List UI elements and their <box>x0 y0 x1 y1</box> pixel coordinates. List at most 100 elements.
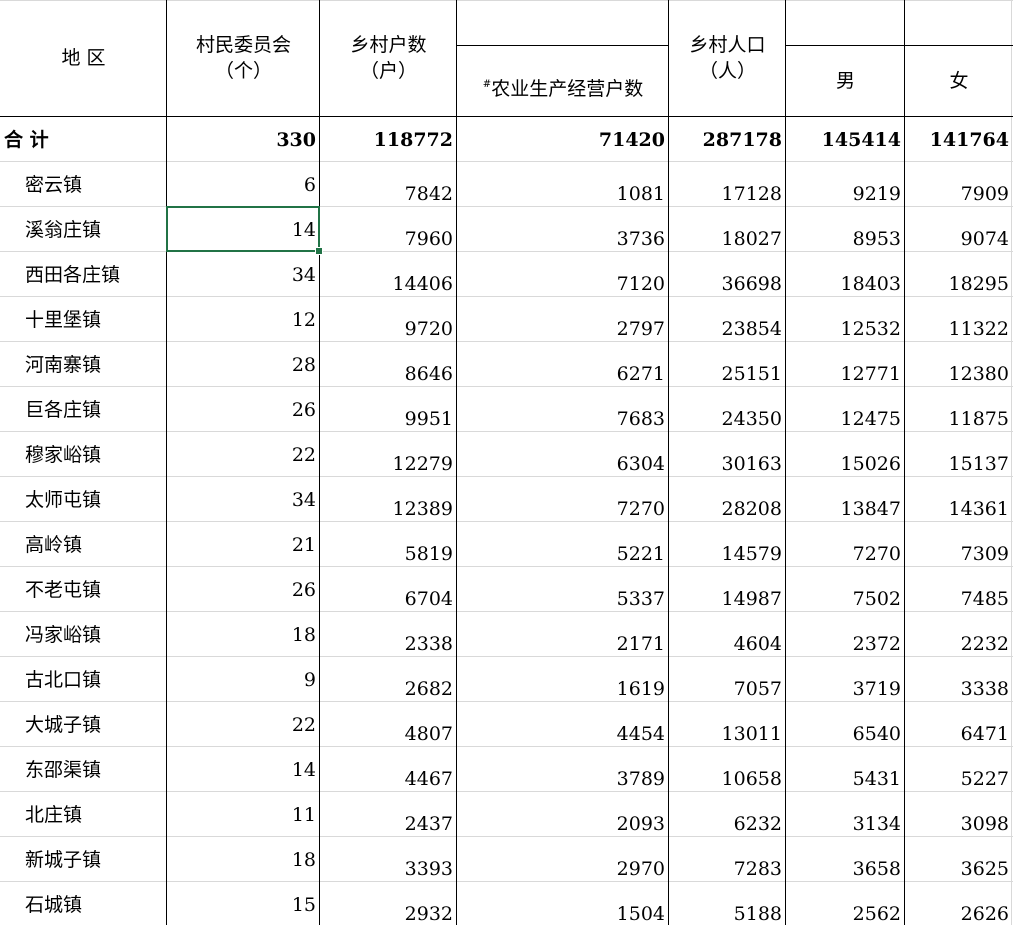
cell-households[interactable]: 3393 <box>320 858 455 880</box>
cell-agri[interactable]: 7683 <box>457 408 667 430</box>
cell-name[interactable]: 密云镇 <box>0 174 167 196</box>
header-agri-households[interactable]: #农业生产经营户数 <box>457 46 669 117</box>
cell-male[interactable]: 13847 <box>786 498 903 520</box>
cell-agri[interactable]: 2797 <box>457 318 667 340</box>
cell-population[interactable]: 36698 <box>669 273 784 295</box>
cell-agri[interactable]: 2093 <box>457 813 667 835</box>
cell-committees[interactable]: 22 <box>167 444 318 466</box>
cell-female[interactable]: 2232 <box>905 633 1011 655</box>
cell-households[interactable]: 6704 <box>320 588 455 610</box>
header-region[interactable]: 地 区 <box>0 0 167 117</box>
cell-population[interactable]: 17128 <box>669 183 784 205</box>
header-households[interactable]: 乡村户数 （户） <box>320 0 457 117</box>
header-committees[interactable]: 村民委员会 （个） <box>167 0 320 117</box>
cell-agri[interactable]: 7120 <box>457 273 667 295</box>
cell-female[interactable]: 5227 <box>905 768 1011 790</box>
cell-name[interactable]: 西田各庄镇 <box>0 264 167 286</box>
cell-agri[interactable]: 3789 <box>457 768 667 790</box>
cell-population[interactable]: 14987 <box>669 588 784 610</box>
cell-name[interactable]: 巨各庄镇 <box>0 399 167 421</box>
cell-agri[interactable]: 2171 <box>457 633 667 655</box>
cell-committees[interactable]: 34 <box>167 489 318 511</box>
cell-households[interactable]: 2682 <box>320 678 455 700</box>
cell-name[interactable]: 河南寨镇 <box>0 354 167 376</box>
cell-households[interactable]: 7960 <box>320 228 455 250</box>
cell-female[interactable]: 12380 <box>905 363 1011 385</box>
cell-name[interactable]: 不老屯镇 <box>0 579 167 601</box>
cell-households[interactable]: 12279 <box>320 453 455 475</box>
cell-male[interactable]: 12532 <box>786 318 903 340</box>
cell-population[interactable]: 24350 <box>669 408 784 430</box>
cell-male[interactable]: 2372 <box>786 633 903 655</box>
cell-committees[interactable]: 15 <box>167 894 318 916</box>
cell-name[interactable]: 石城镇 <box>0 894 167 916</box>
cell-committees[interactable]: 26 <box>167 579 318 601</box>
cell-name[interactable]: 新城子镇 <box>0 849 167 871</box>
header-female[interactable]: 女 <box>905 46 1013 117</box>
cell-male[interactable]: 3134 <box>786 813 903 835</box>
cell-name[interactable]: 溪翁庄镇 <box>0 219 167 241</box>
cell-population[interactable]: 13011 <box>669 723 784 745</box>
cell-female[interactable]: 7909 <box>905 183 1011 205</box>
cell-population[interactable]: 10658 <box>669 768 784 790</box>
cell-households[interactable]: 7842 <box>320 183 455 205</box>
total-committees[interactable]: 330 <box>167 129 318 151</box>
cell-agri[interactable]: 1619 <box>457 678 667 700</box>
cell-households[interactable]: 2437 <box>320 813 455 835</box>
cell-male[interactable]: 12771 <box>786 363 903 385</box>
cell-population[interactable]: 5188 <box>669 903 784 925</box>
cell-agri[interactable]: 6304 <box>457 453 667 475</box>
cell-agri[interactable]: 1081 <box>457 183 667 205</box>
cell-households[interactable]: 12389 <box>320 498 455 520</box>
cell-committees[interactable]: 18 <box>167 849 318 871</box>
cell-committees[interactable]: 22 <box>167 714 318 736</box>
cell-name[interactable]: 古北口镇 <box>0 669 167 691</box>
cell-households[interactable]: 5819 <box>320 543 455 565</box>
cell-male[interactable]: 3658 <box>786 858 903 880</box>
cell-committees[interactable]: 9 <box>167 669 318 691</box>
total-name[interactable]: 合 计 <box>4 129 164 151</box>
cell-female[interactable]: 9074 <box>905 228 1011 250</box>
cell-committees[interactable]: 6 <box>167 174 318 196</box>
cell-name[interactable]: 十里堡镇 <box>0 309 167 331</box>
cell-population[interactable]: 25151 <box>669 363 784 385</box>
cell-female[interactable]: 18295 <box>905 273 1011 295</box>
cell-population[interactable]: 30163 <box>669 453 784 475</box>
cell-population[interactable]: 23854 <box>669 318 784 340</box>
cell-male[interactable]: 8953 <box>786 228 903 250</box>
cell-female[interactable]: 11322 <box>905 318 1011 340</box>
cell-agri[interactable]: 5221 <box>457 543 667 565</box>
cell-female[interactable]: 3098 <box>905 813 1011 835</box>
cell-female[interactable]: 11875 <box>905 408 1011 430</box>
total-female[interactable]: 141764 <box>905 129 1011 151</box>
cell-name[interactable]: 北庄镇 <box>0 804 167 826</box>
cell-committees[interactable]: 11 <box>167 804 318 826</box>
cell-households[interactable]: 2338 <box>320 633 455 655</box>
cell-male[interactable]: 15026 <box>786 453 903 475</box>
cell-households[interactable]: 14406 <box>320 273 455 295</box>
cell-population[interactable]: 18027 <box>669 228 784 250</box>
header-population[interactable]: 乡村人口 （人） <box>669 0 786 117</box>
cell-agri[interactable]: 2970 <box>457 858 667 880</box>
cell-committees[interactable]: 34 <box>167 264 318 286</box>
cell-population[interactable]: 7057 <box>669 678 784 700</box>
cell-population[interactable]: 6232 <box>669 813 784 835</box>
cell-male[interactable]: 2562 <box>786 903 903 925</box>
cell-female[interactable]: 6471 <box>905 723 1011 745</box>
cell-male[interactable]: 12475 <box>786 408 903 430</box>
cell-female[interactable]: 14361 <box>905 498 1011 520</box>
cell-female[interactable]: 3338 <box>905 678 1011 700</box>
cell-agri[interactable]: 6271 <box>457 363 667 385</box>
header-male[interactable]: 男 <box>786 46 905 117</box>
cell-population[interactable]: 14579 <box>669 543 784 565</box>
cell-male[interactable]: 7502 <box>786 588 903 610</box>
cell-population[interactable]: 7283 <box>669 858 784 880</box>
cell-committees[interactable]: 14 <box>167 759 318 781</box>
cell-male[interactable]: 18403 <box>786 273 903 295</box>
cell-households[interactable]: 9951 <box>320 408 455 430</box>
cell-name[interactable]: 穆家峪镇 <box>0 444 167 466</box>
cell-agri[interactable]: 3736 <box>457 228 667 250</box>
cell-female[interactable]: 7309 <box>905 543 1011 565</box>
cell-male[interactable]: 7270 <box>786 543 903 565</box>
cell-female[interactable]: 3625 <box>905 858 1011 880</box>
